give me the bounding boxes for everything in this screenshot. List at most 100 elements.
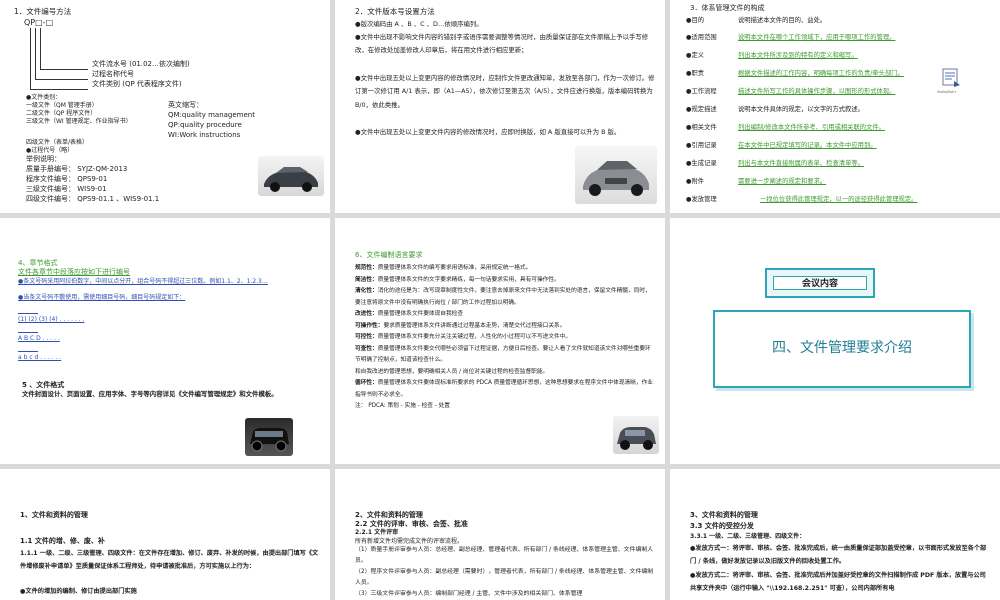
slide-writing-requirements[interactable]: 6、文件编制语言要求 规范性：质量管理体系文件的编写要求用语标准，采用规定统一格… <box>335 218 665 464</box>
paragraph: （2）程序文件评审参与人员：副总经理（需要时），管理者代表，所有部门 / 条线经… <box>355 569 654 586</box>
requirement-key: 可控性： <box>355 334 378 340</box>
slide-version-numbering[interactable]: 2．文件版本号设置方法 ●版次编码由 A 、B 、C 、D…依顺序编列。 ●文件… <box>335 0 665 213</box>
requirement-key: 循环性： <box>355 380 378 386</box>
car-photo <box>245 418 293 456</box>
requirement-item: 清化性：消化的途径是为：改写现章制度性文件，要注意去掉原来文件中无法落到实处的语… <box>355 286 653 309</box>
numbering-example: (1) (2) (3) (4) . . . . . . . <box>18 316 85 323</box>
car-photo <box>613 416 659 454</box>
paragraph: （3）三级文件评审参与人员：编制部门经理 / 主管、文件中涉及的相关部门、体系管… <box>355 591 583 597</box>
list-item: ●适用范围 说明本文件在哪个工作领域下，应用于哪项工作的管理。 <box>680 32 990 44</box>
requirement-text: 质量管理体系文件的文字要求精练，每一句话要求实用，具有可操作性。 <box>377 276 560 283</box>
section-title: 四、文件管理要求介绍 <box>772 340 912 356</box>
paragraph: ●版次编码由 A 、B 、C 、D…依顺序编列。 <box>355 20 483 28</box>
type-item: 二级文件（QP 程序文件） <box>26 110 97 117</box>
paragraph: ●文件中出现五处以上变更文件内容的修改情况时，应即时换版，如 A 版直接可以升为… <box>355 128 621 136</box>
requirement-key: 简洁性： <box>355 276 378 283</box>
paragraph: 文件封面设计、页面设置、应用字体、字号等内容详见《文件编写管理规定》和文件模板。 <box>22 390 278 398</box>
numbering-example: a b c d . . . . . . <box>18 354 62 361</box>
item-value-link[interactable]: 需要进一步阐述的规定和要求。 <box>738 176 826 188</box>
car-photo <box>258 156 324 196</box>
example-item: 质量手册编号： SYJZ-QM-2013 <box>26 165 128 173</box>
requirement-text: 消化的途径是为：改写现章制度性文件，要注意去掉原来文件中无法落到实处的语言，保留… <box>355 288 651 306</box>
bracket-line <box>40 28 41 70</box>
car-photo <box>575 146 657 204</box>
list-item: ●目的 说明描述本文件的目的、益处。 <box>680 15 990 27</box>
slide-section-title[interactable]: 会议内容 四、文件管理要求介绍 <box>670 218 1000 464</box>
slide-doc-management-1[interactable]: 1、文件和资料的管理 1.1 文件的增、修、废、补 1.1.1 一级、二级、三级… <box>0 469 330 600</box>
bracket-line <box>30 89 88 90</box>
divider <box>18 351 38 352</box>
requirement-key: 可查性： <box>355 345 378 352</box>
requirement-item: 可操作性：要求质量管理体系文件讲断通过过程基本走势，清楚交代过程接口关系。 <box>355 321 653 333</box>
abbr-item: WI:Work instructions <box>168 131 241 139</box>
requirement-key: 规范性： <box>355 265 378 271</box>
slide-doc-management-3[interactable]: 3、文件和资料的管理 3.3 文件的受控分发 3.3.1 一级、二级、三级管理、… <box>670 469 1000 600</box>
list-item: ●引用记录 在本文件中已规定填写的记录。本文件中应用到。 <box>680 140 990 152</box>
item-key: ●相关文件 <box>686 124 717 131</box>
list-item: ●规定描述 说明本文件具体的规定，以文字的方式叙述。 <box>680 104 990 116</box>
example-heading: 举例说明： <box>26 155 61 163</box>
slide-chapter-format[interactable]: 4、章节格式 文件各章节中段落应按如下进行编号 ●条文号码采用阿拉伯数字，中间以… <box>0 218 330 464</box>
paragraph: 1.1.1 一级、二级、三级管理、四级文件：在文件存在增加、修订、废弃、补发的时… <box>20 550 319 570</box>
item-key: ●职责 <box>686 70 705 77</box>
item-value-link[interactable]: 列出本文件所涉及到的特有的定义和缩写。 <box>738 50 858 62</box>
example-item: 程序文件编号： QPS9-01 <box>26 175 108 183</box>
paragraph: ●发放方式一：将评审、审核、会签、批准完成后，统一由质量保证部加盖受控章，以书面… <box>690 545 987 565</box>
abbr-heading: 英文缩写： <box>168 101 203 109</box>
item-key: ●目的 <box>686 17 705 24</box>
abbr-item: QP:quality procedure <box>168 121 242 129</box>
section-subheading: 1.1 文件的增、修、废、补 <box>20 537 105 545</box>
visio-object-icon[interactable] <box>940 68 962 88</box>
list-item: ●发放管理 一找位位获得此管理规定，以一的途径获得此管理规定。 <box>680 194 990 206</box>
slide-file-numbering[interactable]: 1．文件编号方法 QP□-□ 文件流水号 (01.02…依次编制) 过程名称代号… <box>0 0 330 213</box>
field-serial: 文件流水号 (01.02…依次编制) <box>92 60 190 68</box>
slide-heading: 1、文件和资料的管理 <box>20 511 88 519</box>
item-value-link[interactable]: 一找位位获得此管理规定，以一的途径获得此管理规定。 <box>760 194 917 206</box>
requirement-item: 简洁性：质量管理体系文件的文字要求精练，每一句话要求实用，具有可操作性。 <box>355 275 653 287</box>
slide-heading: 2、文件和资料的管理 <box>355 511 423 519</box>
item-value-link[interactable]: 描述文件所写工作的具体操作步骤，以图形的形式体现。 <box>738 86 895 98</box>
requirement-item: 和自我改进的管理思想，要明确相关人员 / 岗位对关键过程的检查监督职能。 <box>355 367 653 379</box>
requirement-key: 清化性： <box>355 288 378 294</box>
bracket-line <box>40 69 88 70</box>
requirement-note: 注： PDCA: 策划 - 实施 - 检查 - 处置 <box>355 401 653 413</box>
meeting-tag: 会议内容 <box>765 268 875 298</box>
item-value-link[interactable]: 说明本文件在哪个工作领域下，应用于哪项工作的管理。 <box>738 32 895 44</box>
paragraph: ●发放方式二：将评审、审核、会签、批准完成后并加盖好受控章的文件扫描制作成 PD… <box>690 572 986 592</box>
requirement-item: 可查性：质量管理体系文件要交代哪些必须留下过程证据，方便日后检查。要让人看了文件… <box>355 344 653 367</box>
item-value-link[interactable]: 列出与本文件直接附属的表单、检查清单等。 <box>738 158 864 170</box>
type-item: 三级文件（WI 管理规定、作业指导书） <box>26 118 132 125</box>
list-item: ●相关文件 列出编制/修改本文件所参考、引用或相关联的文件。 <box>680 122 990 134</box>
requirement-item: 循环性：质量管理体系文件要体现标准所要求的 PDCA 质量管理循环思想，这种思想… <box>355 378 653 401</box>
slide-document-structure[interactable]: 3．体系管理文件的构成 ●目的 说明描述本文件的目的、益处。 ●适用范围 说明本文件… <box>670 0 1000 213</box>
requirement-item: 改进性：质量管理体系文件要体现自我检查 <box>355 309 653 321</box>
requirement-text: 质量管理体系文件要充分关注关键过程，人性化的小过程可以不写进文件中。 <box>377 334 572 340</box>
requirement-text: PDCA: 策划 - 实施 - 检查 - 处置 <box>368 403 450 409</box>
item-value: 说明本文件具体的规定，以文字的方式叙述。 <box>738 106 864 113</box>
bracket-line <box>30 28 31 90</box>
list-item: ●生成记录 列出与本文件直接附属的表单、检查清单等。 <box>680 158 990 170</box>
requirement-text: 质量管理体系文件要体现自我检查 <box>377 311 464 317</box>
meeting-tag-label: 会议内容 <box>773 276 867 290</box>
paragraph: ●文件的增加的编制、修订由提出部门实施 <box>20 588 137 595</box>
numbering-example: A B C D . . . . . <box>18 335 60 342</box>
requirement-text: 质量管理体系文件要体现标准所要求的 PDCA 质量管理循环思想，这种思想要求在程… <box>355 380 653 398</box>
bracket-line <box>35 28 36 80</box>
section-subheading: 2.2 文件的评审、审核、会签、批准 <box>355 520 468 528</box>
section-title-box: 四、文件管理要求介绍 <box>713 310 971 388</box>
types-heading: ●文件类别： <box>26 94 62 101</box>
item-value-link[interactable]: 在本文件中已规定填写的记录。本文件中应用到。 <box>738 140 877 152</box>
slide-doc-management-2[interactable]: 2、文件和资料的管理 2.2 文件的评审、审核、会签、批准 2.2.1 文件评审… <box>335 469 665 600</box>
section-subheading: 2.2.1 文件评审 <box>355 529 399 536</box>
type-item: 四级文件（表单/表格） <box>26 139 89 146</box>
item-key: ●生成记录 <box>686 160 717 167</box>
example-item: 三级文件编号： WIS9-01 <box>26 185 107 193</box>
bracket-line <box>35 79 88 80</box>
section-subheading: 文件各章节中段落应按如下进行编号 <box>18 268 130 276</box>
requirement-text: 质量管理体系文件要交代哪些必须留下过程证据，方便日后检查。要让人看了文件就知道该… <box>355 345 651 364</box>
list-item: ●附件 需要进一步阐述的规定和要求。 <box>680 176 990 188</box>
divider <box>18 332 38 333</box>
item-value-link[interactable]: 列出编制/修改本文件所参考、引用或相关联的文件。 <box>738 122 885 134</box>
item-value-link[interactable]: 根据文件描述的工作内容，明确每项工作的负责/牵头部门。 <box>738 68 904 80</box>
requirement-key: 可操作性： <box>355 322 384 329</box>
